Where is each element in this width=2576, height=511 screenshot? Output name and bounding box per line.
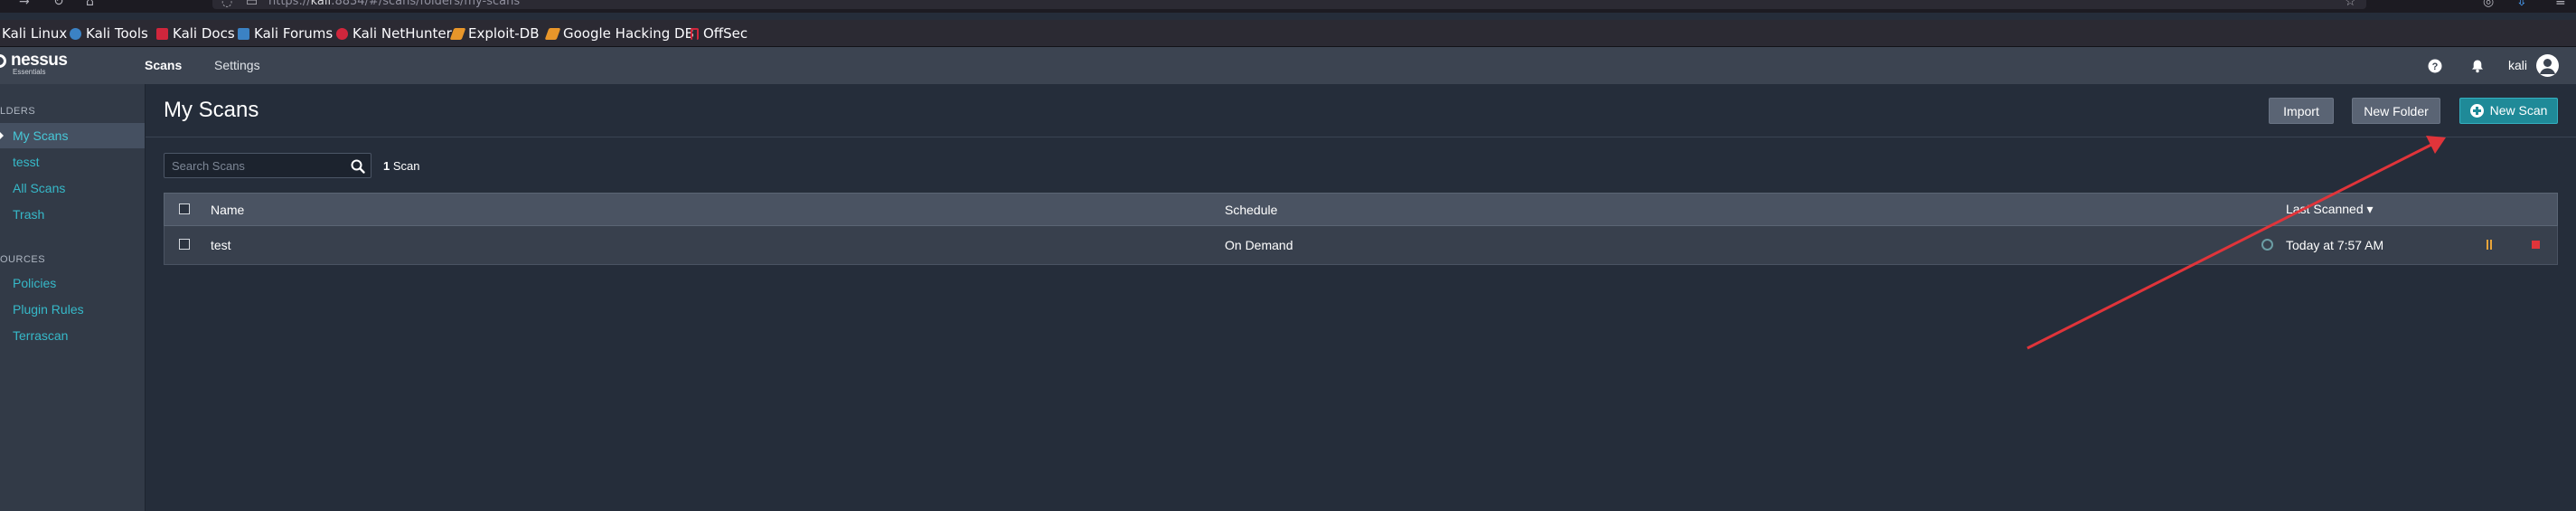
plus-circle-icon — [2469, 104, 2484, 118]
url-text[interactable]: https://kali:8834/#/scans/folders/my-sca… — [268, 0, 520, 8]
bookmark-kali-linux[interactable]: Kali Linux — [2, 20, 67, 47]
browser-toolbar: → ↻ ⌂ ◌ ▭ https://kali:8834/#/scans/fold… — [0, 0, 2576, 13]
bookmark-offsec[interactable]: OffSec — [691, 20, 747, 47]
bookmark-label: Kali Tools — [86, 25, 148, 42]
bookmark-label: Kali Linux — [2, 25, 68, 42]
sidebar-item-tesst[interactable]: tesst — [0, 149, 145, 175]
home-icon[interactable]: ⌂ — [86, 0, 94, 8]
nav-scans[interactable]: Scans — [145, 47, 182, 84]
nessus-logo-icon — [0, 54, 6, 68]
table-header: Name Schedule Last Scanned ▾ — [164, 193, 2558, 226]
bookmark-ghdb[interactable]: Google Hacking DB — [544, 20, 694, 47]
new-scan-label: New Scan — [2489, 103, 2548, 118]
kali-tools-icon — [70, 27, 81, 40]
bookmark-kali-forums[interactable]: Kali Forums — [238, 20, 333, 47]
bookmark-label: Kali NetHunter — [353, 25, 452, 42]
shield-icon[interactable]: ◌ — [221, 0, 232, 8]
select-all-checkbox[interactable] — [179, 203, 190, 214]
sidebar-item-trash[interactable]: Trash — [0, 202, 145, 227]
bell-icon[interactable] — [2470, 59, 2485, 73]
new-scan-button[interactable]: New Scan — [2459, 98, 2558, 124]
sidebar-item-policies[interactable]: Policies — [0, 270, 145, 296]
sidebar-item-terrascan[interactable]: Terrascan — [0, 323, 145, 348]
row-checkbox[interactable] — [179, 239, 190, 250]
bookmark-exploit-db[interactable]: Exploit-DB — [449, 20, 540, 47]
delete-icon[interactable] — [2532, 241, 2540, 249]
menu-icon[interactable]: ≡ — [2555, 0, 2566, 8]
bookmark-label: Google Hacking DB — [563, 25, 694, 42]
address-bar[interactable] — [212, 0, 2366, 9]
table-row[interactable]: test On Demand Today at 7:57 AM — [164, 226, 2558, 265]
page-title: My Scans — [164, 98, 259, 122]
bookmark-kali-docs[interactable]: Kali Docs — [156, 20, 235, 47]
bookmarks-bar: Kali Linux Kali Tools Kali Docs Kali For… — [0, 20, 2576, 47]
lock-icon: ▭ — [246, 0, 259, 9]
bookmark-kali-tools[interactable]: Kali Tools — [70, 20, 148, 47]
bookmark-kali-nethunter[interactable]: Kali NetHunter — [336, 20, 452, 47]
column-last-scanned[interactable]: Last Scanned ▾ — [2286, 194, 2374, 225]
sidebar-item-all-scans[interactable]: All Scans — [0, 175, 145, 201]
resources-heading: OURCES — [0, 254, 46, 265]
bookmark-label: Exploit-DB — [468, 25, 540, 42]
kali-forums-icon — [238, 27, 249, 40]
scan-count-number: 1 — [383, 159, 390, 173]
scan-schedule: On Demand — [1225, 238, 1293, 252]
column-schedule[interactable]: Schedule — [1225, 194, 1277, 225]
bookmark-star-icon[interactable]: ☆ — [2345, 0, 2356, 8]
scan-count: 1 Scan — [383, 159, 420, 173]
search-box — [164, 153, 371, 178]
scan-count-label: Scan — [392, 159, 420, 173]
svg-text:?: ? — [2432, 62, 2439, 72]
nav-settings[interactable]: Settings — [214, 47, 260, 84]
new-folder-button[interactable]: New Folder — [2352, 98, 2440, 124]
reload-icon[interactable]: ↻ — [53, 0, 64, 8]
nethunter-icon — [336, 27, 348, 40]
nessus-logo[interactable]: nessus Essentials — [0, 51, 68, 76]
scan-last-scanned: Today at 7:57 AM — [2286, 238, 2384, 252]
pocket-icon[interactable]: ◎ — [2483, 0, 2494, 8]
bookmark-label: OffSec — [703, 25, 748, 42]
launch-icon[interactable] — [2487, 240, 2492, 250]
bookmark-label: Kali Docs — [173, 25, 235, 42]
kali-docs-icon — [156, 27, 168, 40]
user-name[interactable]: kali — [2508, 47, 2527, 84]
sidebar-item-plugin-rules[interactable]: Plugin Rules — [0, 297, 145, 322]
search-input[interactable] — [172, 157, 343, 174]
help-icon[interactable]: ? — [2428, 59, 2442, 73]
sidebar-item-my-scans[interactable]: My Scans — [0, 123, 145, 148]
user-avatar-icon[interactable] — [2536, 54, 2559, 77]
sidebar: LDERS My Scans tesst All Scans Trash OUR… — [0, 84, 146, 511]
scans-table: Name Schedule Last Scanned ▾ test On Dem… — [164, 193, 2558, 265]
column-name[interactable]: Name — [211, 194, 244, 225]
scan-name[interactable]: test — [211, 226, 231, 264]
bookmark-label: Kali Forums — [254, 25, 334, 42]
search-icon[interactable] — [350, 158, 366, 175]
offsec-icon — [691, 27, 699, 40]
exploit-db-icon — [449, 27, 466, 40]
status-completed-icon — [2261, 239, 2273, 251]
forward-icon[interactable]: → — [19, 0, 30, 8]
ghdb-icon — [544, 27, 561, 40]
import-button[interactable]: Import — [2269, 98, 2334, 124]
top-navigation: nessus Essentials Scans Settings ? kali — [0, 47, 2576, 84]
download-icon[interactable]: ⇩ — [2516, 0, 2527, 8]
folders-heading: LDERS — [0, 106, 36, 117]
